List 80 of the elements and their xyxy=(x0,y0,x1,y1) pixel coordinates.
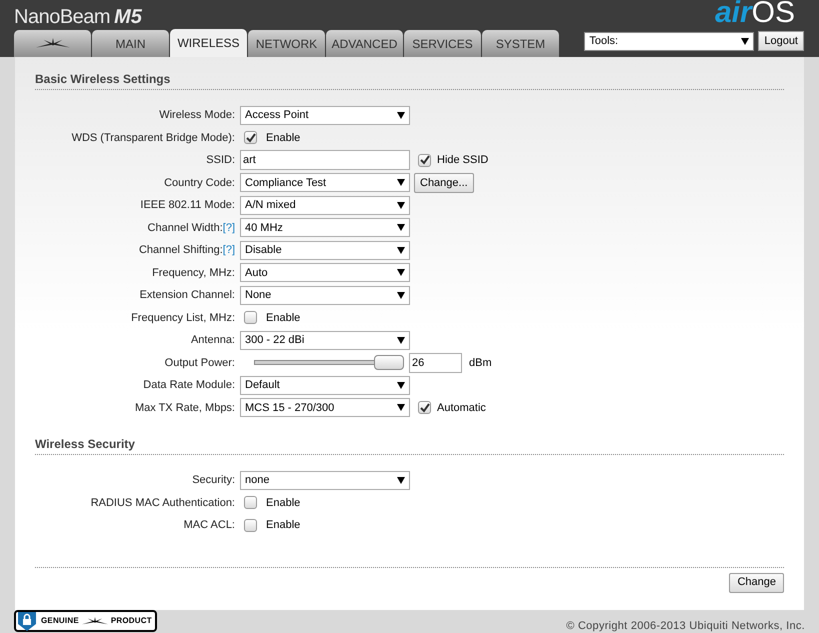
field-label: MAC ACL: xyxy=(184,518,235,533)
tab[interactable]: SERVICES xyxy=(404,30,481,57)
checkbox-label: Hide SSID xyxy=(437,153,488,168)
checkbox[interactable] xyxy=(418,154,431,167)
dropdown[interactable]: Access Point xyxy=(240,106,410,125)
caret-icon xyxy=(397,382,405,389)
checkbox-label: Enable xyxy=(266,310,300,326)
field-label: SSID: xyxy=(206,153,235,168)
field-label: Wireless Mode: xyxy=(159,108,235,123)
caret-icon xyxy=(397,404,405,412)
checkbox[interactable] xyxy=(244,496,257,510)
checkbox[interactable] xyxy=(244,311,257,324)
dropdown[interactable]: none xyxy=(240,470,410,490)
checkbox-label: Enable xyxy=(266,496,300,510)
checkbox-label: Enable xyxy=(266,130,300,146)
field-label: Country Code: xyxy=(164,176,235,190)
checkbox[interactable] xyxy=(418,401,431,414)
copyright-text: © Copyright 2006-2013 Ubiquiti Networks, Inc. xyxy=(566,619,805,633)
dropdown[interactable]: 40 MHz xyxy=(240,218,410,238)
checkbox[interactable] xyxy=(244,518,257,532)
help-link[interactable]: [?] xyxy=(222,242,235,258)
dropdown[interactable]: MCS 15 - 270/300 xyxy=(240,398,410,418)
field-label: Data Rate Module: xyxy=(143,378,235,393)
checkbox-label: Enable xyxy=(266,518,300,533)
checkbox-label: Automatic xyxy=(437,400,486,416)
tab[interactable]: WIRELESS xyxy=(170,29,247,57)
field-label: Channel Shifting: xyxy=(138,243,223,258)
help-link[interactable]: [?] xyxy=(222,220,235,236)
caret-icon xyxy=(397,112,405,119)
field-label: Output Power: xyxy=(164,356,235,370)
field-label: Security: xyxy=(192,473,235,488)
caret-icon xyxy=(397,179,405,186)
slider-track[interactable] xyxy=(254,355,404,370)
field-label: WDS (Transparent Bridge Mode): xyxy=(72,130,235,146)
section-title: Wireless Security xyxy=(35,435,784,455)
dropdown[interactable]: Compliance Test xyxy=(240,173,410,192)
caret-icon xyxy=(397,336,405,344)
field-label: IEEE 802.11 Mode: xyxy=(140,198,235,213)
lock-shield-icon xyxy=(16,610,38,632)
caret-icon xyxy=(397,292,405,299)
power-field[interactable]: 26 xyxy=(409,352,462,373)
model-name: M5 xyxy=(114,5,142,30)
field-label: Channel Width: xyxy=(148,220,223,236)
tools-dropdown[interactable]: Tools: xyxy=(584,32,754,50)
dropdown[interactable]: 300 - 22 dBi xyxy=(240,330,410,350)
caret-icon xyxy=(397,476,405,484)
caret-icon xyxy=(741,38,750,44)
tab[interactable] xyxy=(14,30,91,57)
ssid-field[interactable]: art xyxy=(240,150,410,170)
tab[interactable]: ADVANCED xyxy=(326,30,403,57)
checkbox[interactable] xyxy=(244,131,257,144)
product-name: NanoBeam xyxy=(14,5,110,30)
dropdown[interactable]: Auto xyxy=(240,263,410,282)
tab[interactable]: MAIN xyxy=(92,30,169,57)
tab[interactable]: SYSTEM xyxy=(482,30,559,57)
tab[interactable]: NETWORK xyxy=(248,30,325,57)
field-label: Frequency, MHz: xyxy=(152,266,235,280)
caret-icon xyxy=(397,269,405,276)
field-label: Frequency List, MHz: xyxy=(131,310,235,326)
field-label: Max TX Rate, Mbps: xyxy=(134,400,235,416)
change-button[interactable]: Change xyxy=(729,572,784,592)
dropdown[interactable]: A/N mixed xyxy=(240,196,410,215)
dropdown[interactable]: Disable xyxy=(240,240,410,260)
dropdown[interactable]: None xyxy=(240,286,410,305)
section-title: Basic Wireless Settings xyxy=(35,70,784,90)
logout-button[interactable]: Logout xyxy=(758,31,804,51)
antenna-logo-icon xyxy=(36,38,70,50)
caret-icon xyxy=(397,202,405,209)
field-label: Antenna: xyxy=(190,333,235,348)
field-label: Extension Channel: xyxy=(140,288,235,303)
caret-icon xyxy=(397,224,405,232)
field-label: RADIUS MAC Authentication: xyxy=(90,496,235,510)
change-country-button[interactable]: Change... xyxy=(414,172,474,193)
brand-logo: airOS xyxy=(714,0,795,26)
genuine-product-badge: GENUINE PRODUCT xyxy=(14,610,157,632)
antenna-logo-icon xyxy=(82,616,108,626)
slider-thumb[interactable] xyxy=(374,355,404,370)
caret-icon xyxy=(397,246,405,254)
dropdown[interactable]: Default xyxy=(240,376,410,395)
unit-label: dBm xyxy=(469,356,492,370)
